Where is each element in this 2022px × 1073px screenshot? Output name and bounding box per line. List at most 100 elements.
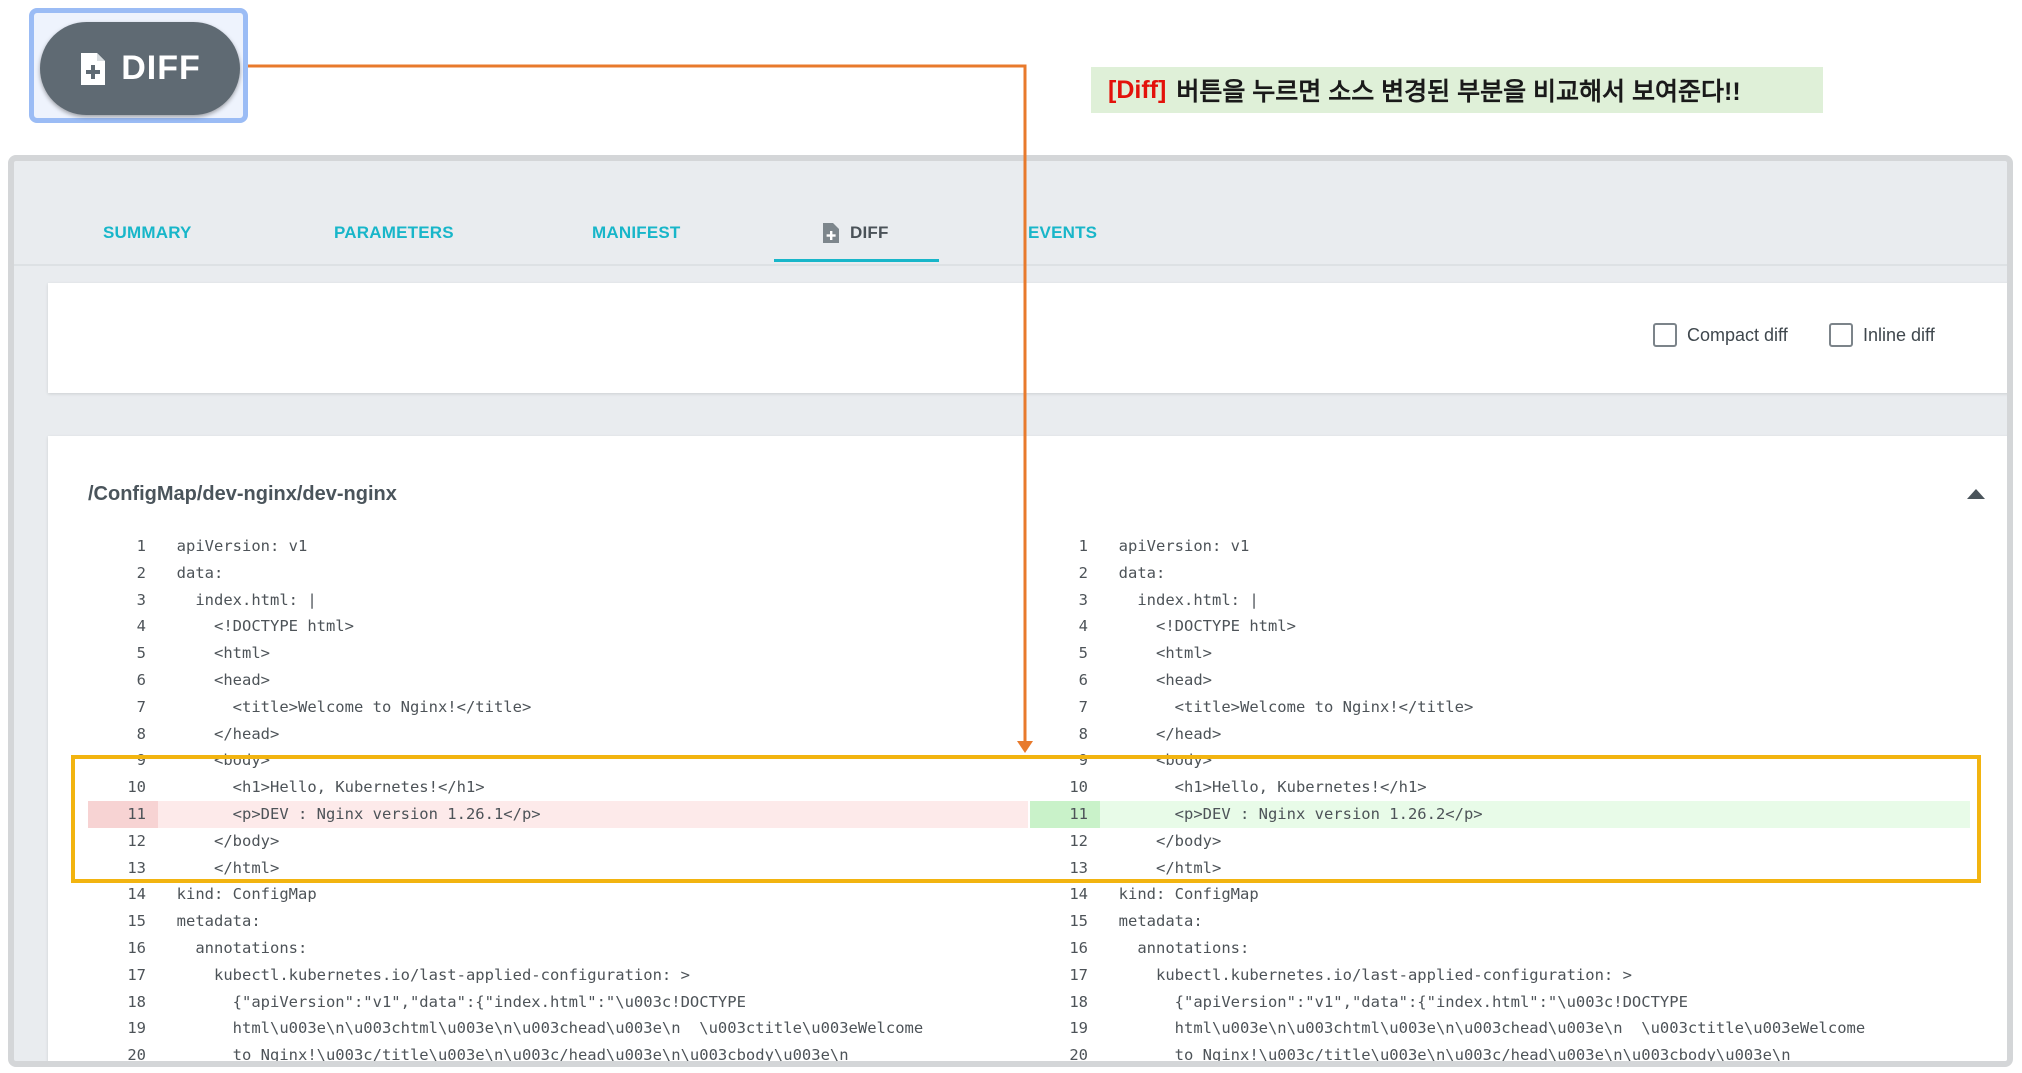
tab-manifest[interactable]: MANIFEST xyxy=(592,213,680,253)
code-text: apiVersion: v1 xyxy=(176,537,308,555)
code-text: data: xyxy=(176,563,224,582)
code-text: kind: ConfigMap xyxy=(176,885,317,904)
right-code-line: 16 annotations: xyxy=(1030,935,1970,962)
line-number: 6 xyxy=(1078,670,1088,689)
code-text: <head> xyxy=(1118,670,1212,689)
line-number: 18 xyxy=(1069,992,1088,1011)
left-code-line: 18 {"apiVersion":"v1","data":{"index.htm… xyxy=(88,989,1028,1016)
resource-diff-card: /ConfigMap/dev-nginx/dev-nginx 1 apiVers… xyxy=(48,436,2007,1065)
left-code-line: 4 <!DOCTYPE html> xyxy=(88,613,1028,640)
tab-bar: SUMMARY PARAMETERS MANIFEST DIFF EVENTS xyxy=(14,161,2007,266)
code-text: annotations: xyxy=(1118,938,1250,957)
code-text: metadata: xyxy=(176,912,261,931)
right-code-line: 15 metadata: xyxy=(1030,908,1970,935)
right-code-line: 20 to Nginx!\u003c/title\u003e\n\u003c/h… xyxy=(1030,1042,1970,1065)
left-code-line: 6 <head> xyxy=(88,667,1028,694)
tab-parameters-label: PARAMETERS xyxy=(334,223,454,242)
file-plus-icon xyxy=(823,223,839,243)
resource-title: /ConfigMap/dev-nginx/dev-nginx xyxy=(88,483,397,505)
code-text: data: xyxy=(1118,563,1166,582)
line-number: 6 xyxy=(136,670,146,689)
code-text: kubectl.kubernetes.io/last-applied-confi… xyxy=(1118,965,1632,984)
code-text: <html> xyxy=(176,644,270,663)
compact-diff-option[interactable]: Compact diff xyxy=(1653,323,1788,347)
code-text: <title>Welcome to Nginx!</title> xyxy=(176,697,532,716)
right-code-line: 14 kind: ConfigMap xyxy=(1030,881,1970,908)
left-code-line: 20 to Nginx!\u003c/title\u003e\n\u003c/h… xyxy=(88,1042,1028,1065)
line-number: 7 xyxy=(136,697,146,716)
line-number: 17 xyxy=(1069,965,1088,984)
line-number: 18 xyxy=(127,992,146,1011)
line-number: 1 xyxy=(1078,537,1088,555)
right-code-line: 8 </head> xyxy=(1030,721,1970,748)
left-code-line: 7 <title>Welcome to Nginx!</title> xyxy=(88,694,1028,721)
code-text: <title>Welcome to Nginx!</title> xyxy=(1118,697,1474,716)
diff-options-card: Compact diff Inline diff xyxy=(48,283,2007,393)
line-number: 14 xyxy=(1069,885,1088,904)
code-text: annotations: xyxy=(176,938,308,957)
line-number: 4 xyxy=(1078,617,1088,636)
code-text: <!DOCTYPE html> xyxy=(176,617,354,636)
inline-diff-checkbox[interactable] xyxy=(1829,323,1853,347)
left-code-line: 17 kubectl.kubernetes.io/last-applied-co… xyxy=(88,962,1028,989)
code-text: index.html: | xyxy=(176,590,317,609)
line-number: 15 xyxy=(1069,912,1088,931)
left-code-line: 2 data: xyxy=(88,560,1028,587)
collapse-icon[interactable] xyxy=(1967,489,1985,499)
code-text: kubectl.kubernetes.io/last-applied-confi… xyxy=(176,965,690,984)
left-code-line: 14 kind: ConfigMap xyxy=(88,881,1028,908)
line-number: 7 xyxy=(1078,697,1088,716)
line-number: 4 xyxy=(136,617,146,636)
line-number: 1 xyxy=(136,537,146,555)
left-code-line: 19 html\u003e\n\u003chtml\u003e\n\u003ch… xyxy=(88,1015,1028,1042)
active-tab-indicator xyxy=(774,259,939,262)
code-text: {"apiVersion":"v1","data":{"index.html":… xyxy=(1118,992,1688,1011)
tab-summary[interactable]: SUMMARY xyxy=(103,213,192,253)
code-text: index.html: | xyxy=(1118,590,1259,609)
line-number: 8 xyxy=(1078,724,1088,743)
right-code-line: 5 <html> xyxy=(1030,640,1970,667)
right-code-line: 6 <head> xyxy=(1030,667,1970,694)
file-plus-icon xyxy=(81,52,106,85)
tab-parameters[interactable]: PARAMETERS xyxy=(334,213,454,253)
tab-events-label: EVENTS xyxy=(1028,223,1098,242)
line-number: 14 xyxy=(127,885,146,904)
code-text: to Nginx!\u003c/title\u003e\n\u003c/head… xyxy=(1118,1046,1791,1065)
code-text: html\u003e\n\u003chtml\u003e\n\u003chead… xyxy=(176,1019,924,1038)
line-number: 16 xyxy=(127,938,146,957)
compact-diff-label: Compact diff xyxy=(1687,324,1788,345)
right-code-line: 3 index.html: | xyxy=(1030,587,1970,614)
code-text: kind: ConfigMap xyxy=(1118,885,1259,904)
left-code-line: 15 metadata: xyxy=(88,908,1028,935)
code-text: </head> xyxy=(176,724,280,743)
code-text: apiVersion: v1 xyxy=(1118,537,1250,555)
code-text: <!DOCTYPE html> xyxy=(1118,617,1296,636)
code-text: <html> xyxy=(1118,644,1212,663)
right-code-line: 19 html\u003e\n\u003chtml\u003e\n\u003ch… xyxy=(1030,1015,1970,1042)
diff-button-label: DIFF xyxy=(121,49,201,87)
inline-diff-label: Inline diff xyxy=(1863,324,1935,345)
compact-diff-checkbox[interactable] xyxy=(1653,323,1677,347)
inline-diff-option[interactable]: Inline diff xyxy=(1829,323,1935,347)
tab-summary-label: SUMMARY xyxy=(103,223,192,242)
left-code-line: 3 index.html: | xyxy=(88,587,1028,614)
code-text: metadata: xyxy=(1118,912,1203,931)
line-number: 20 xyxy=(127,1046,146,1065)
code-text: <head> xyxy=(176,670,270,689)
line-number: 15 xyxy=(127,912,146,931)
right-code-line: 2 data: xyxy=(1030,560,1970,587)
code-text: html\u003e\n\u003chtml\u003e\n\u003chead… xyxy=(1118,1019,1866,1038)
tab-events[interactable]: EVENTS xyxy=(1028,213,1097,253)
right-code-line: 4 <!DOCTYPE html> xyxy=(1030,613,1970,640)
callout-text: 버튼을 누르면 소스 변경된 부분을 비교해서 보여준다!! xyxy=(1176,78,1741,106)
right-code-line: 18 {"apiVersion":"v1","data":{"index.htm… xyxy=(1030,989,1970,1016)
line-number: 3 xyxy=(1078,590,1088,609)
tab-diff[interactable]: DIFF xyxy=(822,213,889,253)
line-number: 8 xyxy=(136,724,146,743)
line-number: 5 xyxy=(1078,644,1088,663)
line-number: 20 xyxy=(1069,1046,1088,1065)
left-code-line: 8 </head> xyxy=(88,721,1028,748)
diff-button[interactable]: DIFF xyxy=(40,22,240,115)
code-text: to Nginx!\u003c/title\u003e\n\u003c/head… xyxy=(176,1046,849,1065)
changed-region-highlight xyxy=(71,755,1981,883)
